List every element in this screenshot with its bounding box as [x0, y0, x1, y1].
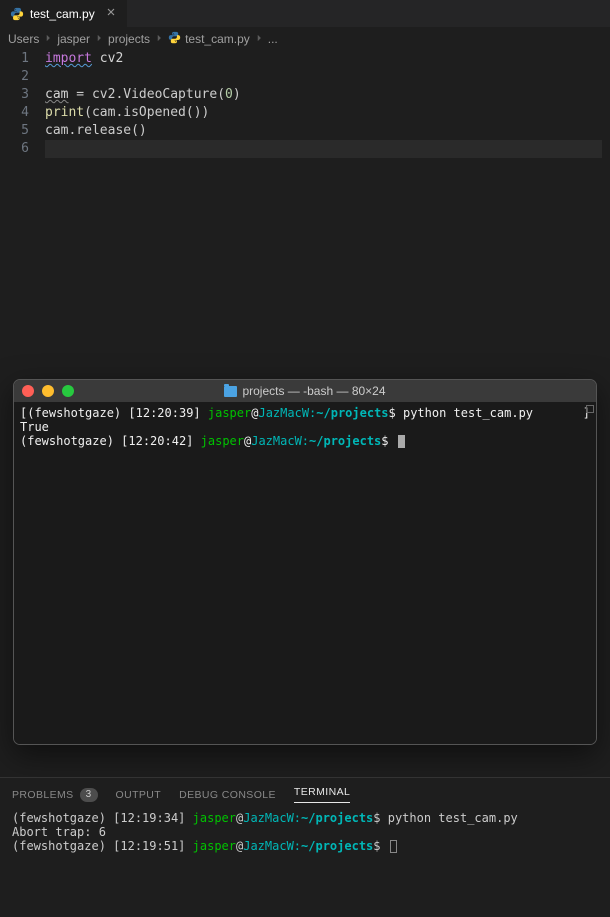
- tab-debug-console[interactable]: DEBUG CONSOLE: [179, 786, 276, 803]
- minimize-window-icon[interactable]: [42, 385, 54, 397]
- crumb-file[interactable]: test_cam.py: [168, 31, 250, 47]
- traffic-lights: [22, 385, 74, 397]
- terminal-titlebar[interactable]: projects — -bash — 80×24: [14, 380, 596, 402]
- terminal-title: projects — -bash — 80×24: [14, 384, 596, 398]
- bottom-panel: PROBLEMS 3 OUTPUT DEBUG CONSOLE TERMINAL…: [0, 777, 610, 917]
- chevron-right-icon: [154, 32, 164, 46]
- code-content[interactable]: import cv2cam = cv2.VideoCapture(0)print…: [45, 50, 610, 360]
- tab-label: test_cam.py: [30, 7, 95, 21]
- terminal-scroll-indicator: [586, 405, 594, 413]
- breadcrumb[interactable]: Users jasper projects test_cam.py ...: [0, 28, 610, 50]
- maximize-window-icon[interactable]: [62, 385, 74, 397]
- problems-badge: 3: [80, 788, 98, 802]
- tab-output[interactable]: OUTPUT: [116, 786, 162, 803]
- integrated-terminal-body[interactable]: (fewshotgaze) [12:19:34] jasper@JazMacW:…: [0, 809, 610, 917]
- crumb-users[interactable]: Users: [8, 32, 39, 46]
- chevron-right-icon: [254, 32, 264, 46]
- panel-tab-bar: PROBLEMS 3 OUTPUT DEBUG CONSOLE TERMINAL: [0, 778, 610, 809]
- crumb-ellipsis[interactable]: ...: [268, 32, 278, 46]
- crumb-jasper[interactable]: jasper: [57, 32, 90, 46]
- close-icon[interactable]: [105, 6, 117, 21]
- tab-test-cam[interactable]: test_cam.py: [0, 0, 128, 27]
- macos-terminal-window[interactable]: projects — -bash — 80×24 [(fewshotgaze) …: [13, 379, 597, 745]
- tab-problems[interactable]: PROBLEMS 3: [12, 786, 98, 803]
- crumb-projects[interactable]: projects: [108, 32, 150, 46]
- terminal-body[interactable]: [(fewshotgaze) [12:20:39] jasper@JazMacW…: [14, 402, 596, 744]
- chevron-right-icon: [94, 32, 104, 46]
- python-icon: [168, 31, 181, 47]
- line-number-gutter: 123456: [0, 50, 45, 360]
- python-icon: [10, 7, 24, 21]
- code-editor[interactable]: 123456 import cv2cam = cv2.VideoCapture(…: [0, 50, 610, 360]
- close-window-icon[interactable]: [22, 385, 34, 397]
- chevron-right-icon: [43, 32, 53, 46]
- folder-icon: [224, 386, 237, 397]
- tab-terminal[interactable]: TERMINAL: [294, 786, 350, 803]
- editor-tab-bar: test_cam.py: [0, 0, 610, 28]
